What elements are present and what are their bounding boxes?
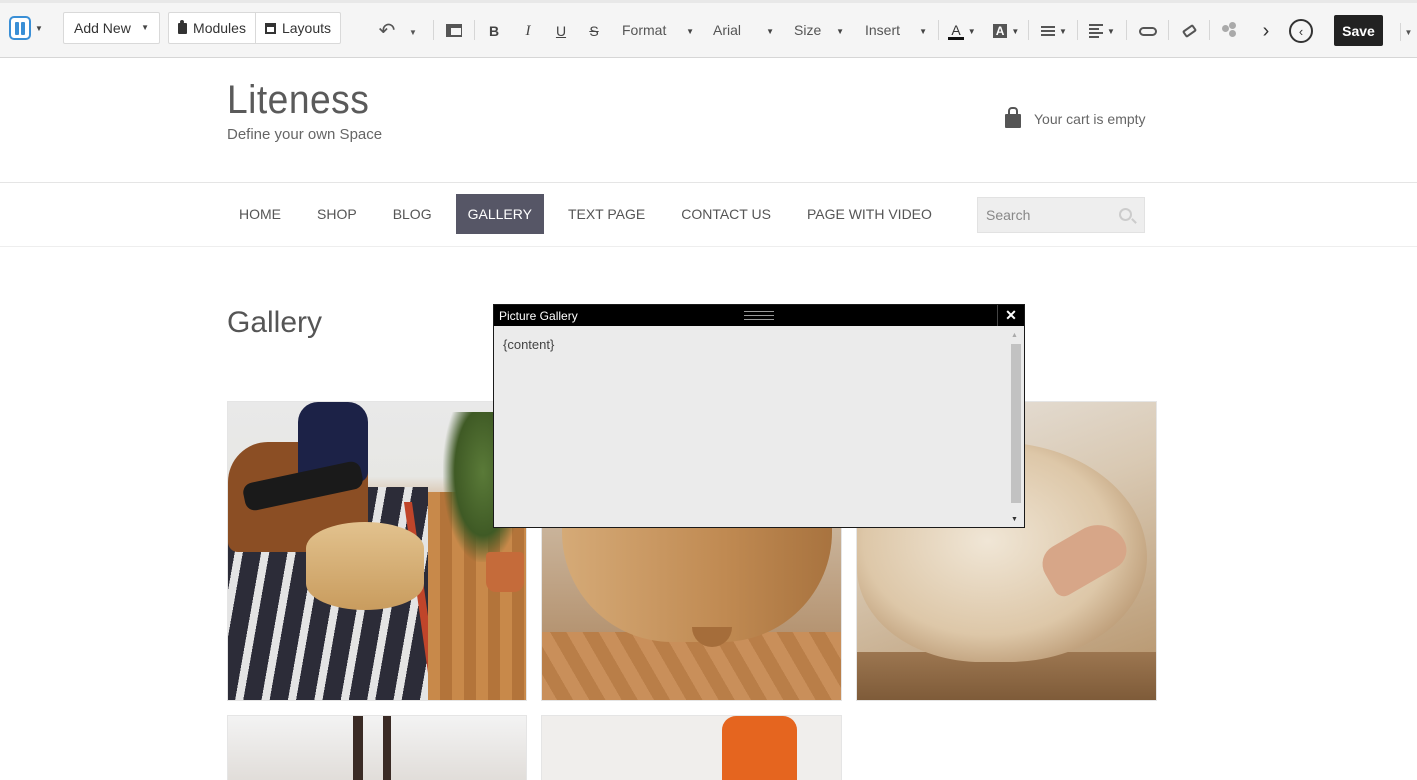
nav-item-page-with-video[interactable]: PAGE WITH VIDEO [795, 194, 944, 234]
scroll-up-icon[interactable]: ▲ [1011, 332, 1018, 339]
strikethrough-button[interactable]: S [584, 21, 604, 41]
dialog-content: {content} [503, 337, 555, 352]
text-color-icon: A [948, 23, 964, 40]
toolbar-divider [474, 20, 475, 40]
gallery-image[interactable] [227, 715, 527, 780]
dialog-scrollbar[interactable]: ▲ ▼ [1008, 330, 1022, 525]
gallery-image[interactable] [541, 715, 842, 780]
toolbar-divider [938, 20, 939, 40]
shopping-bag-icon [1005, 107, 1021, 128]
chevron-down-icon: ▼ [1011, 26, 1020, 36]
undo-icon[interactable]: ↶ [373, 17, 401, 43]
list-icon [1041, 26, 1056, 36]
toolbar-divider [433, 20, 434, 40]
chevron-down-icon: ▼ [967, 26, 976, 36]
nav-item-contact-us[interactable]: CONTACT US [669, 194, 783, 234]
chevron-down-icon: ▼ [919, 27, 927, 36]
list-button[interactable]: ▼ [1040, 19, 1068, 43]
chevron-down-icon: ▼ [686, 27, 694, 36]
insert-label: Insert [865, 22, 901, 38]
shapes-button[interactable] [1219, 20, 1241, 42]
chevron-down-icon: ▼ [35, 23, 43, 33]
eraser-icon [1181, 23, 1197, 39]
dialog-titlebar[interactable]: Picture Gallery ✕ [494, 305, 1024, 326]
layouts-label: Layouts [281, 20, 332, 36]
nav-item-blog[interactable]: BLOG [381, 194, 444, 234]
font-size-dropdown[interactable]: Size ▼ [794, 19, 844, 41]
editor-logo-icon [9, 16, 32, 40]
chevron-down-icon: ▼ [1107, 26, 1115, 36]
link-button[interactable] [1136, 20, 1160, 42]
site-title[interactable]: Liteness [227, 78, 369, 123]
font-family-dropdown[interactable]: Arial ▼ [713, 19, 774, 41]
scrollbar-thumb[interactable] [1011, 344, 1021, 503]
nav-divider-top [0, 182, 1417, 183]
main-navigation: HOME SHOP BLOG GALLERY TEXT PAGE CONTACT… [227, 194, 956, 234]
font-size-label: Size [794, 22, 822, 38]
puzzle-icon [178, 19, 188, 34]
scroll-down-icon[interactable]: ▼ [1011, 516, 1018, 523]
more-options-dropdown[interactable]: ▼ [1400, 23, 1416, 41]
gallery-image[interactable] [227, 401, 527, 701]
insert-dropdown[interactable]: Insert ▼ [865, 19, 927, 41]
chevron-down-icon: ▼ [836, 27, 844, 36]
font-family-label: Arial [713, 22, 742, 38]
text-color-button[interactable]: A ▼ [947, 19, 977, 43]
search-icon[interactable] [1119, 208, 1132, 221]
background-color-button[interactable]: A ▼ [992, 19, 1020, 43]
undo-history-dropdown[interactable]: ▼ [406, 23, 420, 41]
layout-icon [264, 22, 276, 34]
add-new-label: Add New [74, 20, 131, 36]
bold-button[interactable]: B [484, 21, 504, 41]
caret-down-icon: ▼ [141, 23, 149, 32]
link-icon [1139, 26, 1157, 36]
align-left-icon [1089, 24, 1104, 38]
nav-item-gallery[interactable]: GALLERY [455, 194, 544, 234]
nav-item-home[interactable]: HOME [227, 194, 293, 234]
toolbar-divider [1209, 20, 1210, 40]
nav-divider-bottom [0, 246, 1417, 247]
drag-handle-icon[interactable] [744, 311, 774, 320]
clear-formatting-button[interactable] [1178, 20, 1200, 42]
close-icon[interactable]: ✕ [997, 305, 1024, 326]
nav-item-text-page[interactable]: TEXT PAGE [556, 194, 657, 234]
format-label: Format [622, 22, 667, 38]
save-button[interactable]: Save [1334, 15, 1383, 46]
modules-label: Modules [193, 20, 246, 36]
modules-button[interactable]: Modules [168, 12, 256, 44]
background-color-icon: A [992, 24, 1008, 38]
picture-gallery-dialog: Picture Gallery ✕ {content} ▲ ▼ [493, 304, 1025, 528]
search-placeholder: Search [986, 207, 1031, 223]
toolbar-divider [1028, 20, 1029, 40]
nav-item-shop[interactable]: SHOP [305, 194, 369, 234]
align-button[interactable]: ▼ [1088, 19, 1116, 43]
cart-link[interactable]: Your cart is empty [1005, 107, 1146, 128]
toolbar-divider [1077, 20, 1078, 40]
editor-menu-button[interactable]: ▼ [6, 13, 46, 43]
search-input[interactable]: Search [977, 197, 1145, 233]
chevron-right-icon[interactable]: › [1255, 20, 1277, 42]
dialog-title: Picture Gallery [499, 308, 578, 323]
toolbar-divider [1168, 20, 1169, 40]
layouts-button[interactable]: Layouts [255, 12, 341, 44]
add-new-button[interactable]: Add New ▼ [63, 12, 160, 44]
underline-button[interactable]: U [551, 21, 571, 41]
chevron-down-icon: ▼ [766, 27, 774, 36]
editor-toolbar: ▼ Add New ▼ Modules Layouts ↶ ▼ B I U S … [0, 0, 1417, 58]
italic-button[interactable]: I [518, 21, 538, 41]
image-icon[interactable] [443, 21, 465, 39]
page-title: Gallery [227, 306, 323, 339]
site-tagline: Define your own Space [227, 126, 383, 143]
format-dropdown[interactable]: Format ▼ [622, 19, 694, 41]
toolbar-divider [1126, 20, 1127, 40]
chevron-down-icon: ▼ [1059, 26, 1067, 36]
back-circle-icon[interactable]: ‹ [1289, 19, 1313, 43]
cart-status: Your cart is empty [1034, 111, 1146, 127]
